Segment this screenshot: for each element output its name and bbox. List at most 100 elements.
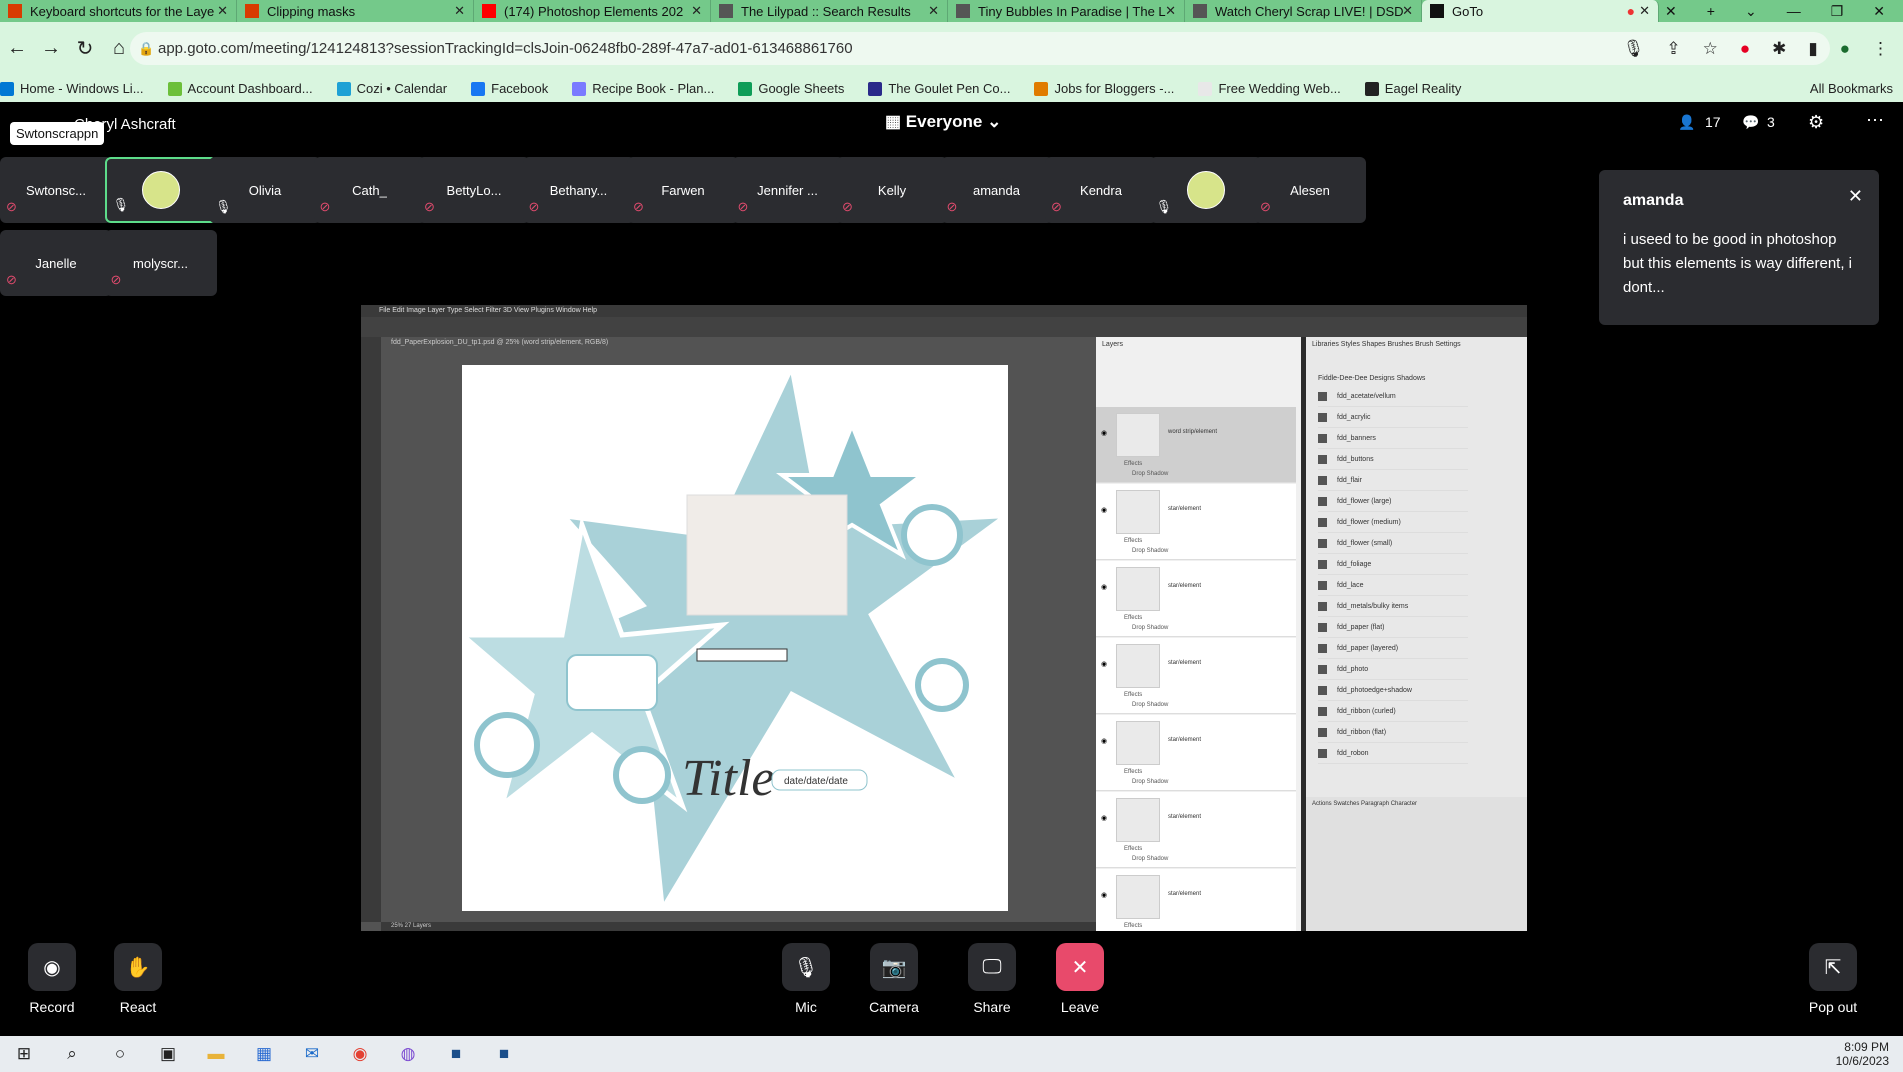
participant-tile[interactable]: Olivia 🎙 bbox=[209, 157, 321, 223]
view-selector[interactable]: ▦ Everyone ⌄ bbox=[885, 112, 1001, 132]
close-tab-icon[interactable]: ✕ bbox=[1665, 3, 1677, 20]
style-item[interactable]: fdd_buttons bbox=[1318, 450, 1468, 470]
eye-icon[interactable]: ◉ bbox=[1101, 660, 1107, 668]
mic-icon[interactable]: 🎙 bbox=[1623, 32, 1645, 65]
style-item[interactable]: fdd_ribbon (curled) bbox=[1318, 702, 1468, 722]
layer-row[interactable]: ◉star/elementEffectsDrop Shadow bbox=[1096, 792, 1296, 868]
mail-icon[interactable]: ✉ bbox=[288, 1036, 336, 1072]
style-item[interactable]: fdd_ribbon (flat) bbox=[1318, 723, 1468, 743]
participant-tile[interactable]: 🎙 bbox=[1149, 157, 1262, 223]
profile-avatar[interactable]: ● bbox=[1840, 32, 1850, 65]
store-icon[interactable]: ▦ bbox=[240, 1036, 288, 1072]
layer-row[interactable]: ◉star/elementEffectsDrop Shadow bbox=[1096, 484, 1296, 560]
all-bookmarks[interactable]: All Bookmarks bbox=[1810, 81, 1893, 96]
participant-tile[interactable]: Alesen ⊘ bbox=[1254, 157, 1366, 223]
pinterest-icon[interactable]: ● bbox=[1740, 32, 1750, 65]
layer-row[interactable]: ◉star/elementEffectsDrop Shadow bbox=[1096, 561, 1296, 637]
style-item[interactable]: fdd_flower (medium) bbox=[1318, 513, 1468, 533]
bookmark-item[interactable]: Cozi • Calendar bbox=[336, 81, 447, 96]
close-window-button[interactable]: ✕ bbox=[1873, 3, 1885, 20]
style-item[interactable]: fdd_banners bbox=[1318, 429, 1468, 449]
bookmark-item[interactable]: Recipe Book - Plan... bbox=[572, 81, 714, 96]
participant-tile[interactable]: molyscr... ⊘ bbox=[104, 230, 217, 296]
chat-notification[interactable]: amanda ✕ i useed to be good in photoshop… bbox=[1599, 170, 1879, 325]
participant-tile[interactable]: BettyLo... ⊘ bbox=[418, 157, 530, 223]
eye-icon[interactable]: ◉ bbox=[1101, 737, 1107, 745]
browser-tab[interactable]: Clipping masks ✕ bbox=[237, 0, 474, 22]
layer-row[interactable]: ◉star/elementEffectsDrop Shadow bbox=[1096, 638, 1296, 714]
eye-icon[interactable]: ◉ bbox=[1101, 814, 1107, 822]
browser-tab[interactable]: Watch Cheryl Scrap LIVE! | DSD ✕ bbox=[1185, 0, 1422, 22]
close-tab-icon[interactable]: ✕ bbox=[217, 3, 228, 19]
record-button[interactable]: ◉ Record bbox=[12, 943, 92, 1015]
close-icon[interactable]: ✕ bbox=[1848, 186, 1863, 207]
eye-icon[interactable]: ◉ bbox=[1101, 583, 1107, 591]
eye-icon[interactable]: ◉ bbox=[1101, 429, 1107, 437]
reload-icon[interactable]: ↻ bbox=[68, 36, 102, 61]
bookmark-item[interactable]: Google Sheets bbox=[738, 81, 844, 96]
minimize-button[interactable]: — bbox=[1787, 3, 1801, 19]
more-icon[interactable]: ⋯ bbox=[1866, 110, 1884, 131]
search-icon[interactable]: ⌕ bbox=[48, 1036, 96, 1072]
browser-tab[interactable]: Keyboard shortcuts for the Laye ✕ bbox=[0, 0, 237, 22]
share-icon[interactable]: ⇪ bbox=[1666, 32, 1680, 65]
participant-tile[interactable]: Kendra ⊘ bbox=[1045, 157, 1157, 223]
camera-button[interactable]: 📷 Camera bbox=[854, 943, 934, 1015]
browser-tab[interactable]: GoTo ✕ bbox=[1422, 0, 1659, 22]
settings-gear-icon[interactable]: ⚙ bbox=[1808, 112, 1824, 133]
extensions-icon[interactable]: ✱ bbox=[1772, 32, 1786, 65]
share-button[interactable]: 🖵 Share bbox=[952, 943, 1032, 1015]
close-tab-icon[interactable]: ✕ bbox=[691, 3, 702, 19]
style-item[interactable]: fdd_flair bbox=[1318, 471, 1468, 491]
windows-start-icon[interactable]: ⊞ bbox=[0, 1036, 48, 1072]
layer-row[interactable]: ◉ word strip/element Effects Drop Shadow bbox=[1096, 407, 1296, 483]
participants-icon[interactable]: 👤 bbox=[1678, 114, 1695, 131]
bookmark-item[interactable]: Facebook bbox=[471, 81, 548, 96]
sidebar-icon[interactable]: ▮ bbox=[1808, 32, 1817, 65]
bookmark-item[interactable]: Home - Windows Li... bbox=[0, 81, 144, 96]
participant-tile[interactable]: Kelly ⊘ bbox=[836, 157, 948, 223]
bookmark-item[interactable]: Eagel Reality bbox=[1364, 81, 1461, 96]
eye-icon[interactable]: ◉ bbox=[1101, 506, 1107, 514]
eye-icon[interactable]: ◉ bbox=[1101, 891, 1107, 899]
new-tab-button[interactable]: + bbox=[1707, 3, 1715, 19]
style-item[interactable]: fdd_metals/bulky items bbox=[1318, 597, 1468, 617]
close-tab-icon[interactable]: ✕ bbox=[1165, 3, 1176, 19]
cortana-icon[interactable]: ○ bbox=[96, 1036, 144, 1072]
forward-icon[interactable]: → bbox=[34, 37, 68, 60]
bookmark-item[interactable]: Jobs for Bloggers -... bbox=[1034, 81, 1174, 96]
participant-tile[interactable]: 🎙 bbox=[104, 157, 217, 223]
browser-tab[interactable]: The Lilypad :: Search Results ✕ bbox=[711, 0, 948, 22]
layer-row[interactable]: ◉star/elementEffectsDrop Shadow bbox=[1096, 715, 1296, 791]
style-item[interactable]: fdd_acetate/vellum bbox=[1318, 387, 1468, 407]
participant-tile[interactable]: amanda ⊘ bbox=[940, 157, 1053, 223]
star-icon[interactable]: ☆ bbox=[1703, 32, 1718, 65]
bookmark-item[interactable]: Account Dashboard... bbox=[167, 81, 313, 96]
photoshop-elements-icon[interactable]: ■ bbox=[480, 1036, 528, 1072]
photoshop-elements-icon[interactable]: ■ bbox=[432, 1036, 480, 1072]
app-icon[interactable]: ◍ bbox=[384, 1036, 432, 1072]
style-item[interactable]: fdd_flower (small) bbox=[1318, 534, 1468, 554]
layer-row[interactable]: ◉star/elementEffectsDrop Shadow bbox=[1096, 869, 1296, 931]
style-item[interactable]: fdd_photo bbox=[1318, 660, 1468, 680]
react-button[interactable]: ✋ React bbox=[98, 943, 178, 1015]
mic-button[interactable]: 🎙 Mic bbox=[766, 943, 846, 1015]
style-item[interactable]: fdd_paper (flat) bbox=[1318, 618, 1468, 638]
tab-search-icon[interactable]: ⌄ bbox=[1745, 3, 1757, 20]
chrome-icon[interactable]: ◉ bbox=[336, 1036, 384, 1072]
leave-button[interactable]: ✕ Leave bbox=[1040, 943, 1120, 1015]
style-item[interactable]: fdd_foliage bbox=[1318, 555, 1468, 575]
close-tab-icon[interactable]: ✕ bbox=[1402, 3, 1413, 19]
participant-tile[interactable]: Cath_ ⊘ bbox=[313, 157, 426, 223]
style-item[interactable]: fdd_acrylic bbox=[1318, 408, 1468, 428]
menu-icon[interactable]: ⋮ bbox=[1872, 32, 1889, 65]
url-field[interactable]: 🔒 app.goto.com/meeting/124124813?session… bbox=[130, 32, 1830, 65]
participant-tile[interactable]: Swtonsc... ⊘ bbox=[0, 157, 112, 223]
bookmark-item[interactable]: Free Wedding Web... bbox=[1198, 81, 1341, 96]
browser-tab[interactable]: (174) Photoshop Elements 202 ✕ bbox=[474, 0, 711, 22]
participant-tile[interactable]: Jennifer ... ⊘ bbox=[731, 157, 844, 223]
style-item[interactable]: fdd_robon bbox=[1318, 744, 1468, 764]
browser-tab[interactable]: Tiny Bubbles In Paradise | The L ✕ bbox=[948, 0, 1185, 22]
participant-tile[interactable]: Bethany... ⊘ bbox=[522, 157, 635, 223]
back-icon[interactable]: ← bbox=[0, 37, 34, 60]
